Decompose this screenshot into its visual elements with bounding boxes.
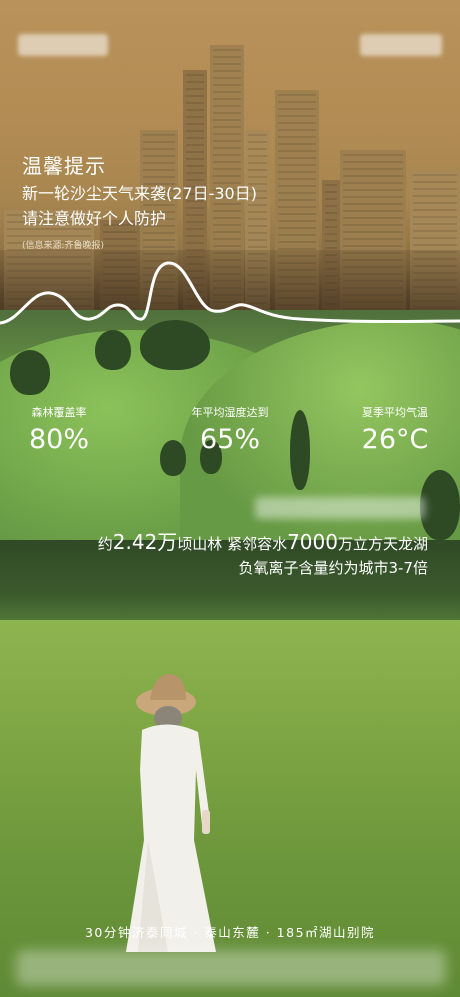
stat-value: 65% bbox=[199, 424, 260, 455]
stat-summer-temperature: 夏季平均气温 26°C bbox=[345, 404, 445, 455]
poster: 温馨提示 新一轮沙尘天气来袭(27日-30日) 请注意做好个人防护 (信息来源:… bbox=[0, 0, 460, 997]
notice-line-2: 请注意做好个人防护 bbox=[22, 209, 167, 228]
brand-logo-left bbox=[18, 34, 108, 56]
notice-source: (信息来源:齐鲁晚报) bbox=[22, 241, 105, 251]
caption-forest-lake: 约2.42万顷山林 紧邻容水7000万立方天龙湖 bbox=[97, 530, 428, 554]
stat-humidity: 年平均湿度达到 65% bbox=[180, 404, 280, 455]
notice-line-1: 新一轮沙尘天气来袭(27日-30日) bbox=[22, 184, 257, 203]
stat-label: 年平均湿度达到 bbox=[191, 406, 269, 419]
stat-label: 夏季平均气温 bbox=[362, 406, 428, 419]
blurred-brand-text bbox=[255, 497, 425, 519]
footer-tagline: 30分钟济泰同城 · 泰山东麓 · 185㎡湖山别院 bbox=[84, 925, 376, 940]
notice-title: 温馨提示 bbox=[22, 154, 106, 178]
stat-value: 80% bbox=[28, 424, 89, 455]
stat-forest-coverage: 森林覆盖率 80% bbox=[14, 404, 104, 455]
wave-divider bbox=[0, 261, 460, 325]
stat-value: 26°C bbox=[361, 424, 429, 455]
brand-logo-right bbox=[360, 34, 442, 56]
blurred-footer-logo bbox=[16, 950, 446, 986]
woman-figure-image bbox=[126, 674, 216, 952]
caption-negative-ions: 负氧离子含量约为城市3-7倍 bbox=[238, 559, 428, 577]
stat-label: 森林覆盖率 bbox=[31, 406, 87, 419]
